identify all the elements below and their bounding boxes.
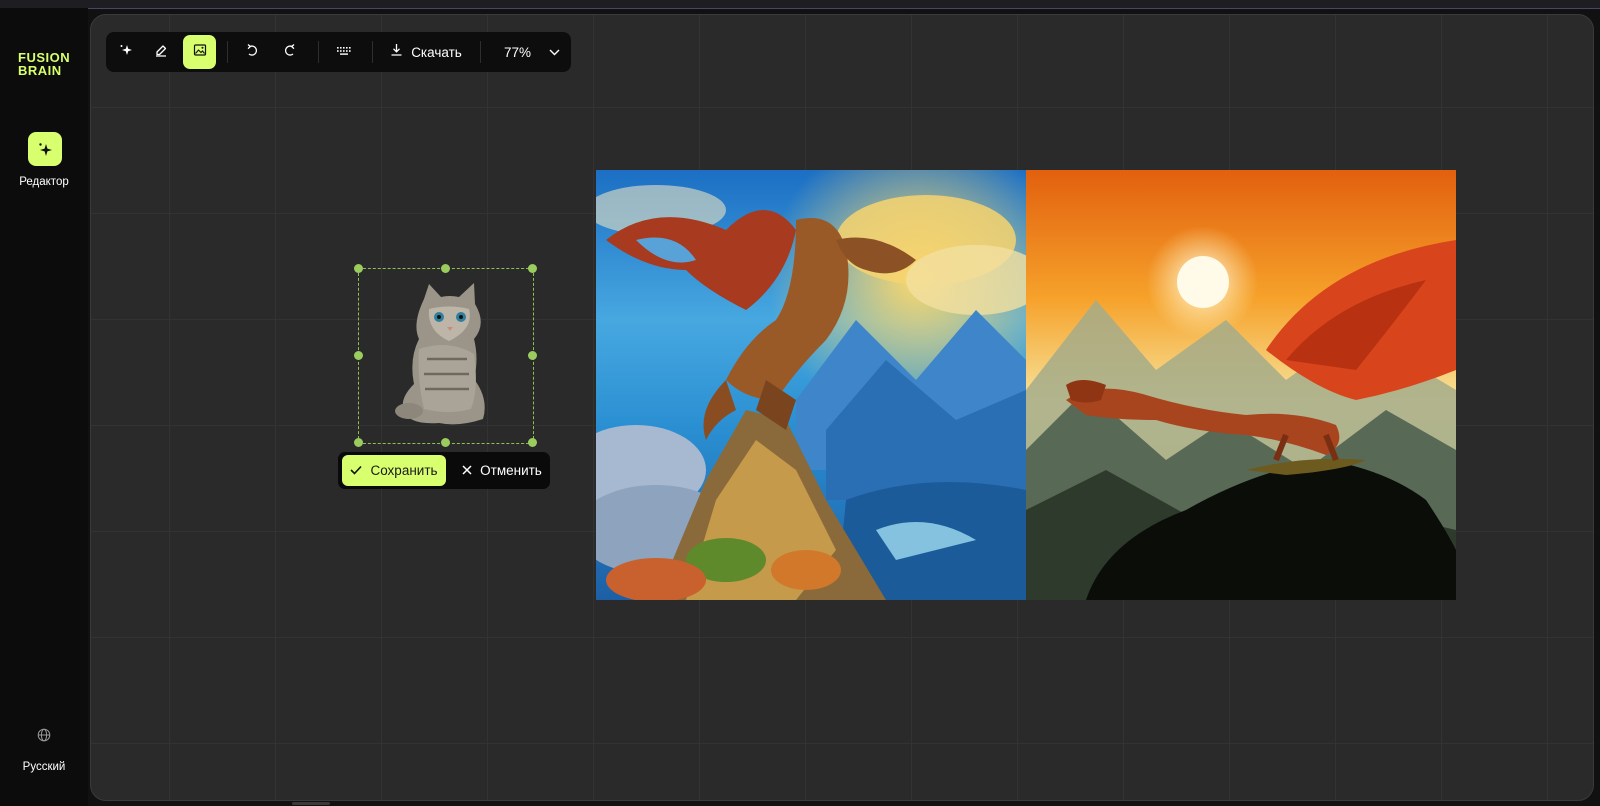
close-icon (462, 463, 472, 478)
undo-icon (245, 43, 259, 62)
editor-canvas[interactable]: Скачать 77% Сохранить Отменить (90, 14, 1594, 801)
resize-handle-top[interactable] (441, 264, 450, 273)
zoom-value: 77% (503, 44, 532, 60)
sidebar-item-editor[interactable]: Редактор (0, 122, 88, 192)
toolbar-divider (227, 41, 228, 63)
eraser-icon (154, 43, 168, 62)
language-label: Русский (22, 761, 66, 773)
undo-button[interactable] (238, 35, 266, 69)
redo-icon (283, 43, 297, 62)
dragon-sunset-image[interactable] (1026, 170, 1456, 600)
sidebar-item-label: Редактор (19, 176, 69, 188)
globe-icon (37, 728, 51, 747)
image-add-icon (193, 43, 207, 62)
keyboard-shortcuts-button[interactable] (330, 35, 358, 69)
toolbar-divider (480, 41, 481, 63)
resize-handle-bottom[interactable] (441, 438, 450, 447)
chevron-down-icon (549, 43, 560, 61)
toolbar: Скачать 77% (106, 32, 571, 72)
keyboard-icon (336, 43, 352, 61)
confirm-bar: Сохранить Отменить (338, 452, 550, 489)
logo-line-2: BRAIN (18, 63, 62, 78)
sparkle-icon (28, 132, 62, 166)
generate-tool-button[interactable] (112, 35, 140, 69)
download-button[interactable]: Скачать (386, 35, 466, 69)
check-icon (350, 463, 363, 478)
fusion-brain-logo[interactable]: FUSION BRAIN (18, 51, 70, 77)
sparkle-icon (119, 43, 133, 62)
resize-handle-right[interactable] (528, 351, 537, 360)
zoom-dropdown[interactable]: 77% (488, 35, 568, 69)
cancel-button[interactable]: Отменить (458, 455, 546, 486)
toolbar-divider (318, 41, 319, 63)
resize-handle-left[interactable] (354, 351, 363, 360)
toolbar-divider (372, 41, 373, 63)
eraser-tool-button[interactable] (147, 35, 175, 69)
download-label: Скачать (411, 44, 462, 60)
save-button[interactable]: Сохранить (342, 455, 446, 486)
selection-box[interactable] (354, 264, 537, 447)
resize-handle-bottom-right[interactable] (528, 438, 537, 447)
save-label: Сохранить (370, 463, 438, 478)
redo-button[interactable] (276, 35, 304, 69)
add-image-tool-button[interactable] (183, 35, 216, 69)
language-selector[interactable]: Русский (0, 728, 88, 798)
scroll-indicator (292, 802, 330, 805)
resize-handle-bottom-left[interactable] (354, 438, 363, 447)
resize-handle-top-right[interactable] (528, 264, 537, 273)
sidebar: FUSION BRAIN Редактор Русский (0, 8, 88, 806)
cancel-label: Отменить (480, 463, 542, 478)
resize-handle-top-left[interactable] (354, 264, 363, 273)
generated-images (596, 170, 1456, 600)
dragon-mountain-image[interactable] (596, 170, 1026, 600)
download-icon (390, 43, 403, 61)
kitten-image (395, 283, 485, 425)
window-top-bar (0, 0, 1600, 9)
